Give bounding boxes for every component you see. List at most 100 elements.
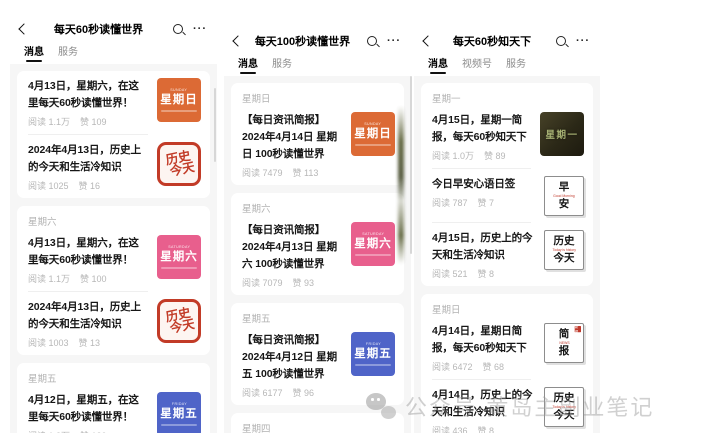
history-card-icon: 历史Today is history今天 — [544, 230, 584, 270]
article-title: 4月12日，星期五，在这里每天60秒读懂世界！ — [28, 392, 149, 426]
message-list: 星期一4月15日，星期一简报，每天60秒知天下阅读 1.0万赞 89星期一今日早… — [414, 76, 600, 433]
message-card: 星期四【每日资讯简报】2024年4月11日 星期四 100秒读懂世界阅读 866… — [231, 413, 404, 433]
like-count: 赞 7 — [478, 196, 495, 209]
article-text: 4月15日，历史上的今天和生活冷知识阅读 521赞 8 — [432, 230, 536, 280]
date-separator: 星期六 — [231, 193, 404, 215]
article-title: 4月15日，历史上的今天和生活冷知识 — [432, 230, 536, 264]
panel-header: 每天60秒知天下 ··· — [414, 28, 600, 52]
sunday-icon: SUNDAY星期日 — [351, 112, 395, 156]
panel-header: 每天60秒读懂世界 ··· — [10, 16, 217, 40]
panel-header: 每天100秒读懂世界 ··· — [224, 28, 411, 52]
article-meta: 阅读 1.1万赞 100 — [28, 272, 149, 285]
tab-消息[interactable]: 消息 — [238, 55, 258, 75]
account-title: 每天100秒读懂世界 — [242, 33, 363, 49]
article-item[interactable]: 4月14日，星期日简报，每天60秒知天下阅读 6472赞 68简NEWS报新闻 — [421, 316, 593, 379]
read-count: 阅读 787 — [432, 196, 468, 209]
read-count: 阅读 1.3万 — [28, 429, 70, 433]
article-text: 4月14日，星期日简报，每天60秒知天下阅读 6472赞 68 — [432, 323, 536, 373]
message-card: 星期六4月13日，星期六，在这里每天60秒读懂世界！阅读 1.1万赞 100SA… — [17, 206, 210, 355]
article-meta: 阅读 787 赞 7 — [432, 196, 536, 209]
icon-microbar — [355, 144, 390, 147]
article-title: 今日早安心语日签 — [432, 176, 536, 193]
article-meta: 阅读 521赞 8 — [432, 267, 536, 280]
icon-label: 简 — [559, 329, 570, 341]
read-count: 阅读 1.1万 — [28, 115, 70, 128]
read-count: 阅读 6177 — [242, 386, 283, 399]
search-icon[interactable] — [556, 36, 566, 46]
article-item[interactable]: 今日早安心语日签阅读 787赞 7早Good Morning安 — [421, 169, 593, 222]
date-separator: 星期日 — [231, 83, 404, 105]
article-text: 【每日资讯简报】2024年4月13日 星期六 100秒读懂世界阅读 7079赞 … — [242, 222, 343, 289]
more-icon[interactable]: ··· — [576, 37, 590, 45]
more-icon[interactable]: ··· — [193, 25, 207, 33]
tab-消息[interactable]: 消息 — [428, 55, 448, 75]
message-card: 星期日【每日资讯简报】2024年4月14日 星期日 100秒读懂世界阅读 747… — [231, 83, 404, 185]
article-text: 【每日资讯简报】2024年4月12日 星期五 100秒读懂世界阅读 6177赞 … — [242, 332, 343, 399]
icon-label: 星期日 — [160, 93, 198, 107]
search-icon[interactable] — [367, 36, 377, 46]
panel-daily-60s-world: 每天60秒读懂世界 ··· 消息服务 4月13日，星期六，在这里每天60秒读懂世… — [10, 16, 217, 433]
article-meta: 阅读 7479赞 113 — [242, 166, 343, 179]
article-title: 2024年4月13日，历史上的今天和生活冷知识 — [28, 299, 149, 333]
article-item[interactable]: 【每日资讯简报】2024年4月13日 星期六 100秒读懂世界阅读 7079赞 … — [231, 215, 404, 295]
icon-label: 今天 — [554, 253, 575, 265]
article-item[interactable]: 4月15日，星期一简报，每天60秒知天下阅读 1.0万赞 89星期一 — [421, 105, 593, 168]
date-separator: 星期日 — [421, 294, 593, 316]
tab-服务[interactable]: 服务 — [58, 43, 78, 63]
like-count: 赞 13 — [79, 336, 101, 349]
tab-消息[interactable]: 消息 — [24, 43, 44, 63]
message-list: 4月13日，星期六，在这里每天60秒读懂世界！阅读 1.1万赞 109 SUNDA… — [10, 64, 217, 433]
date-separator: 星期四 — [231, 413, 404, 433]
icon-microtext: FRIDAY — [171, 402, 186, 406]
article-item[interactable]: 2024年4月13日，历史上的今天和生活冷知识阅读 1003赞 13历史今天 — [17, 292, 210, 355]
icon-label: 历史今天 — [163, 149, 196, 179]
article-item[interactable]: 【每日资讯简报】2024年4月14日 星期日 100秒读懂世界阅读 7479赞 … — [231, 105, 404, 185]
message-list: 星期日【每日资讯简报】2024年4月14日 星期日 100秒读懂世界阅读 747… — [224, 76, 411, 433]
tab-服务[interactable]: 服务 — [272, 55, 292, 75]
icon-microbar — [355, 254, 390, 257]
icon-label: 星期六 — [160, 250, 198, 264]
article-item[interactable]: 【每日资讯简报】2024年4月12日 星期五 100秒读懂世界阅读 6177赞 … — [231, 325, 404, 405]
scrollbar[interactable] — [214, 88, 216, 162]
message-card: 星期六【每日资讯简报】2024年4月13日 星期六 100秒读懂世界阅读 707… — [231, 193, 404, 295]
article-item[interactable]: 4月13日，星期六，在这里每天60秒读懂世界！阅读 1.1万赞 100SATUR… — [17, 228, 210, 291]
search-icon[interactable] — [173, 24, 183, 34]
icon-label: 早 — [559, 182, 570, 194]
article-text: 4月13日，星期六，在这里每天60秒读懂世界！阅读 1.1万赞 109 — [28, 78, 149, 128]
article-item[interactable]: 2024年4月13日，历史上的今天和生活冷知识阅读 1025赞 16历史今天 — [17, 135, 210, 198]
read-count: 阅读 1.1万 — [28, 272, 70, 285]
date-separator: 星期五 — [231, 303, 404, 325]
icon-microbar — [355, 364, 390, 367]
icon-label: 历史 — [554, 236, 575, 248]
saturday-icon: SATURDAY星期六 — [157, 235, 201, 279]
message-card: 4月13日，星期六，在这里每天60秒读懂世界！阅读 1.1万赞 109 SUNDA… — [17, 71, 210, 198]
icon-microtext: SUNDAY — [171, 88, 188, 92]
article-item[interactable]: 4月12日，星期五，在这里每天60秒读懂世界！ 阅读 1.3万 赞 120 FRIDA… — [17, 385, 210, 433]
read-count: 阅读 1.0万 — [432, 149, 474, 162]
scrollbar[interactable] — [410, 76, 412, 254]
icon-label: 今天 — [554, 410, 575, 422]
article-title: 2024年4月13日，历史上的今天和生活冷知识 — [28, 142, 149, 176]
icon-label: 星期一 — [545, 127, 578, 141]
icon-microtext: FRIDAY — [365, 342, 380, 346]
like-count: 赞 16 — [79, 179, 101, 192]
article-meta: 阅读 6472赞 68 — [432, 360, 536, 373]
background-artifact — [398, 106, 404, 264]
read-count: 阅读 1003 — [28, 336, 69, 349]
article-item[interactable]: 4月14日，历史上的今天和生活冷知识阅读 436赞 8历史Today is hi… — [421, 380, 593, 433]
read-count: 阅读 6472 — [432, 360, 473, 373]
article-title: 4月14日，星期日简报，每天60秒知天下 — [432, 323, 536, 357]
article-text: 4月12日，星期五，在这里每天60秒读懂世界！ 阅读 1.3万 赞 120 — [28, 392, 149, 433]
tab-视频号[interactable]: 视频号 — [462, 55, 492, 75]
monday-photo-icon: 星期一 — [540, 112, 584, 156]
message-card: 星期日4月14日，星期日简报，每天60秒知天下阅读 6472赞 68简NEWS报… — [421, 294, 593, 433]
saturday-icon: SATURDAY星期六 — [351, 222, 395, 266]
article-item[interactable]: 4月13日，星期六，在这里每天60秒读懂世界！阅读 1.1万赞 109 SUNDA… — [17, 71, 210, 134]
like-count: 赞 120 — [80, 429, 107, 433]
icon-microbar — [161, 267, 196, 270]
article-item[interactable]: 4月15日，历史上的今天和生活冷知识阅读 521赞 8历史Today is hi… — [421, 223, 593, 286]
icon-label: 星期六 — [354, 237, 392, 251]
tab-服务[interactable]: 服务 — [506, 55, 526, 75]
article-meta: 阅读 7079赞 93 — [242, 276, 343, 289]
more-icon[interactable]: ··· — [387, 37, 401, 45]
